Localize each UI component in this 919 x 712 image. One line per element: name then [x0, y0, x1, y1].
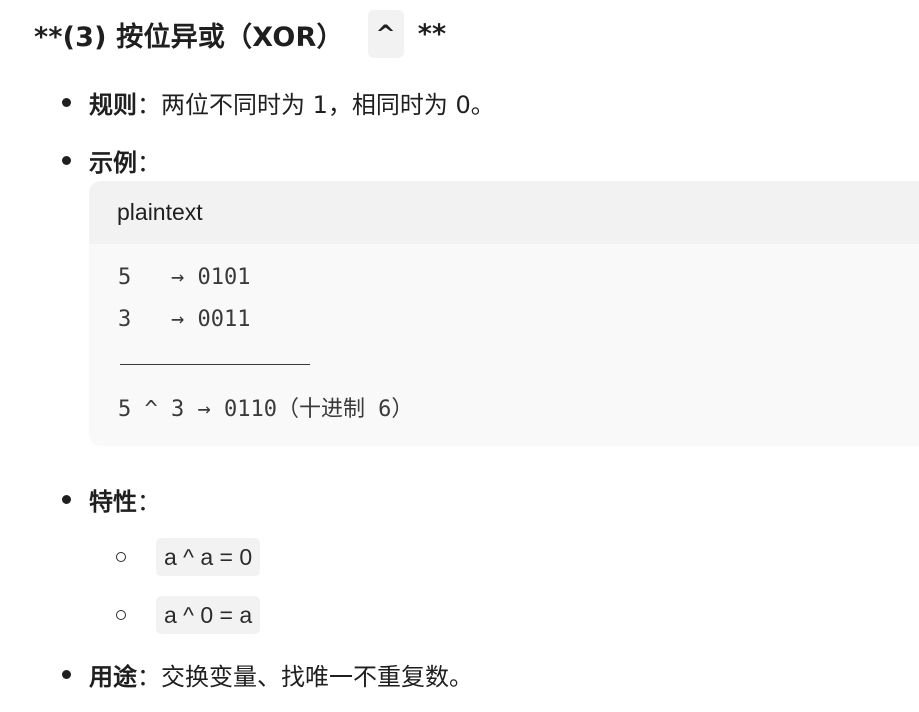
properties-label: 特性 — [89, 487, 137, 516]
heading-suffix: ** — [417, 18, 447, 50]
example-separator: ： — [137, 148, 161, 177]
properties-separator: ： — [137, 487, 161, 516]
circle-bullet-icon — [116, 610, 126, 620]
code-block: plaintext 5 → 0101 3 → 0011 5 ^ 3 → 0110… — [89, 181, 919, 446]
list-item-properties: 特性 ： — [62, 481, 161, 517]
code-divider — [120, 364, 310, 365]
usage-text: 交换变量、找唯一不重复数。 — [161, 662, 473, 691]
code-line: 5 → 0101 — [118, 265, 251, 290]
inline-code: a ^ a = 0 — [156, 538, 261, 576]
inline-code: a ^ 0 = a — [156, 596, 261, 634]
rule-label: 规则 — [89, 90, 137, 119]
list-item-usage: 用途 ： 交换变量、找唯一不重复数。 — [62, 656, 473, 692]
heading-prefix: **(3) 按位异或（XOR） — [34, 21, 344, 53]
list-item: a ^ a = 0 — [116, 538, 261, 576]
circle-bullet-icon — [116, 552, 126, 562]
section-heading: **(3) 按位异或（XOR） ^ ** — [34, 8, 446, 60]
example-label: 示例 — [89, 148, 137, 177]
bullet-dot-icon — [62, 669, 71, 679]
rule-text: 两位不同时为 1，相同时为 0。 — [161, 90, 495, 119]
code-line: 5 ^ 3 → 0110（十进制 6） — [118, 397, 414, 422]
bullet-dot-icon — [62, 494, 71, 504]
code-language-label: plaintext — [89, 181, 919, 244]
bullet-dot-icon — [62, 155, 71, 165]
list-item-rule: 规则 ： 两位不同时为 1，相同时为 0。 — [62, 84, 495, 120]
bullet-dot-icon — [62, 97, 71, 107]
list-item-example: 示例 ： — [62, 142, 161, 178]
usage-label: 用途 — [89, 662, 137, 691]
rule-separator: ： — [137, 90, 161, 119]
usage-separator: ： — [137, 662, 161, 691]
code-line: 3 → 0011 — [118, 307, 251, 332]
list-item: a ^ 0 = a — [116, 596, 261, 634]
xor-symbol-code: ^ — [367, 10, 404, 58]
